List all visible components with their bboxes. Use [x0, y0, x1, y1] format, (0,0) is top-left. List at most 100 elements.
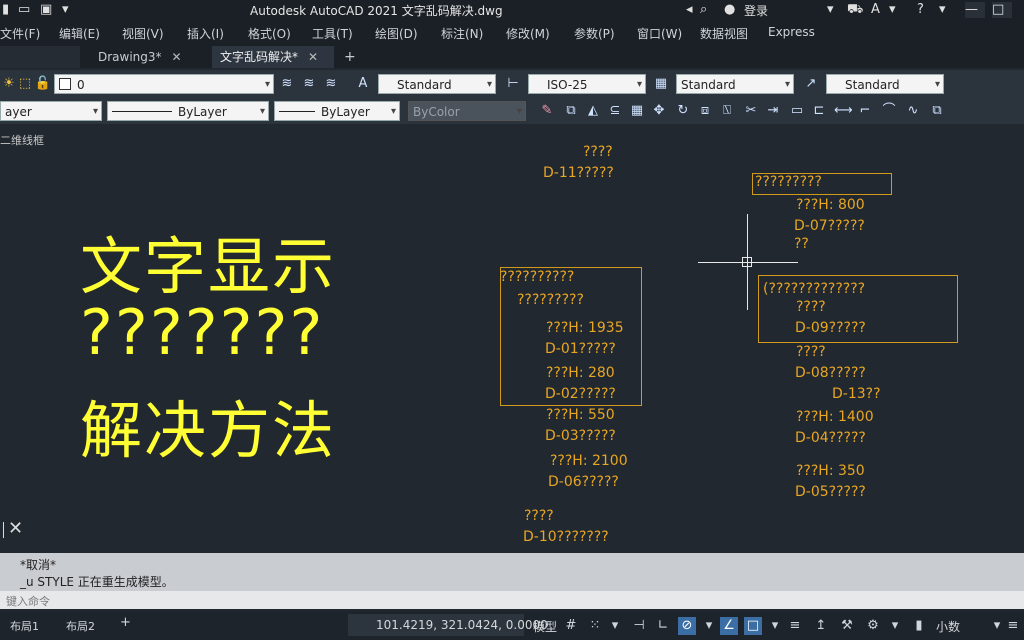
command-input[interactable]: 键入命令	[0, 591, 1024, 609]
garbled-text[interactable]: D-09?????	[795, 320, 866, 336]
menu-draw[interactable]: 绘图(D)	[375, 25, 418, 42]
extend-icon[interactable]: ⇥	[764, 102, 782, 120]
minimize-icon[interactable]: —	[965, 2, 985, 18]
isodraft-icon[interactable]: ∠	[720, 617, 738, 635]
garbled-text[interactable]: D-10???????	[523, 529, 609, 545]
tab-active-drawing[interactable]: 文字乱码解决* ✕	[212, 46, 334, 68]
garbled-text[interactable]: D-08?????	[795, 365, 866, 381]
autodesk-a360-icon[interactable]: A	[871, 2, 880, 17]
viewport-controls[interactable]: 二维线框	[0, 132, 44, 148]
garbled-text[interactable]: ???H: 1400	[796, 409, 874, 425]
garbled-text[interactable]: ???H: 1935	[546, 320, 624, 336]
new-tab-button[interactable]: +	[344, 46, 356, 68]
explode-icon[interactable]: ⧉	[928, 102, 946, 120]
rotate-icon[interactable]: ↻	[674, 102, 692, 120]
garbled-text[interactable]: ???H: 2100	[550, 453, 628, 469]
menu-file[interactable]: 文件(F)	[0, 25, 40, 42]
garbled-text[interactable]: ????	[524, 508, 554, 524]
tab-drawing3[interactable]: Drawing3* ✕	[88, 46, 208, 68]
polar-tracking-icon[interactable]: ⊘	[678, 617, 696, 635]
chamfer-icon[interactable]: ⌐	[856, 102, 874, 120]
selection-cycling-icon[interactable]: ↥	[812, 617, 830, 635]
text-style-icon[interactable]: A	[354, 75, 372, 93]
customize-icon[interactable]: ≡	[1004, 617, 1022, 635]
chevron-down-icon[interactable]: ▾	[766, 617, 784, 635]
erase-icon[interactable]: ✎	[538, 102, 556, 120]
layer-control-dropdown[interactable]: ayer ▾	[0, 101, 102, 121]
maximize-icon[interactable]: □	[992, 2, 1012, 18]
menu-format[interactable]: 格式(O)	[248, 25, 291, 42]
chevron-down-icon[interactable]: ▾	[886, 617, 904, 635]
menu-view[interactable]: 视图(V)	[122, 25, 164, 42]
garbled-text[interactable]: D-03?????	[545, 428, 616, 444]
break-at-point-icon[interactable]: ⊏	[810, 102, 828, 120]
garbled-text[interactable]: D-05?????	[795, 484, 866, 500]
units-icon[interactable]: ▮	[910, 617, 928, 635]
chevron-down-icon[interactable]: ▾	[889, 2, 896, 17]
menu-dimension[interactable]: 标注(N)	[441, 25, 483, 42]
search-icon[interactable]: ⌕	[700, 2, 707, 17]
menu-tools[interactable]: 工具(T)	[312, 25, 353, 42]
chevron-down-icon[interactable]: ▾	[827, 2, 834, 17]
fillet-icon[interactable]: ⌒	[880, 102, 898, 120]
user-icon[interactable]: ●	[724, 2, 735, 17]
freeze-icon[interactable]: ⬚	[16, 75, 34, 93]
chevron-down-icon[interactable]: ▾	[939, 2, 946, 17]
garbled-text[interactable]: D-11?????	[543, 165, 614, 181]
snap-icon[interactable]: ⁙	[586, 617, 604, 635]
garbled-text[interactable]: ????	[796, 344, 826, 360]
lineweight-icon[interactable]: ≡	[786, 617, 804, 635]
layer-state-icon[interactable]: ≋	[300, 75, 318, 93]
garbled-text[interactable]: D-04?????	[795, 430, 866, 446]
grid-icon[interactable]: #	[562, 617, 580, 635]
menu-window[interactable]: 窗口(W)	[637, 25, 682, 42]
chevron-down-icon[interactable]: ▾	[62, 2, 69, 17]
lock-icon[interactable]: 🔓	[34, 75, 52, 93]
copy-icon[interactable]: ⧉	[562, 102, 580, 120]
garbled-text[interactable]: ??????????	[500, 269, 574, 285]
linetype-dropdown[interactable]: ByLayer ▾	[107, 101, 269, 121]
layer-walk-icon[interactable]: ≋	[322, 75, 340, 93]
table-style-icon[interactable]: ▦	[652, 75, 670, 93]
garbled-text[interactable]: D-06?????	[548, 474, 619, 490]
menu-insert[interactable]: 插入(I)	[187, 25, 224, 42]
tab-start[interactable]	[0, 46, 80, 68]
layer-properties-icon[interactable]: ≋	[278, 75, 296, 93]
coordinates-readout[interactable]: 101.4219, 321.0424, 0.0000	[376, 618, 548, 632]
drawing-canvas[interactable]: 二维线框 文字显示 ??????? 解决方法 ???? D-11????? ??…	[0, 124, 1024, 553]
close-icon[interactable]: ✕	[172, 50, 182, 64]
dim-style-icon[interactable]: ⊢	[504, 75, 522, 93]
lineweight-dropdown[interactable]: ByLayer ▾	[274, 101, 400, 121]
layer-dropdown[interactable]: 0 ▾	[54, 74, 274, 94]
garbled-text[interactable]: ???H: 280	[546, 365, 615, 381]
help-icon[interactable]: ?	[917, 2, 924, 17]
join-icon[interactable]: ⟷	[834, 102, 853, 120]
garbled-text[interactable]: ????	[583, 144, 613, 160]
garbled-text[interactable]: ?????????	[517, 292, 584, 308]
object-snap-icon[interactable]: □	[744, 617, 762, 635]
move-icon[interactable]: ✥	[650, 102, 668, 120]
garbled-text[interactable]: ???H: 350	[796, 463, 865, 479]
garbled-text[interactable]: ?????????	[755, 174, 822, 190]
dim-style-dropdown[interactable]: ISO-25 ▾	[528, 74, 646, 94]
add-layout-button[interactable]: +	[120, 615, 131, 630]
new-icon[interactable]: ▮	[2, 2, 9, 17]
chevron-left-icon[interactable]: ◂	[686, 2, 693, 17]
menu-express[interactable]: Express	[768, 25, 815, 39]
cart-icon[interactable]: ⛟	[847, 2, 863, 19]
stretch-icon[interactable]: ⍂	[718, 102, 736, 120]
multileader-style-dropdown[interactable]: Standard ▾	[826, 74, 944, 94]
trim-icon[interactable]: ✂	[742, 102, 760, 120]
table-style-dropdown[interactable]: Standard ▾	[676, 74, 794, 94]
garbled-text[interactable]: D-01?????	[545, 341, 616, 357]
mirror-icon[interactable]: ◭	[584, 102, 602, 120]
model-space-button[interactable]: 模型	[533, 618, 557, 635]
dynamic-input-icon[interactable]: ⊣	[630, 617, 648, 635]
sign-in-link[interactable]: 登录	[744, 2, 768, 19]
menu-edit[interactable]: 编辑(E)	[59, 25, 100, 42]
garbled-text[interactable]: ???H: 550	[546, 407, 615, 423]
open-icon[interactable]: ▭	[18, 2, 30, 17]
garbled-text[interactable]: D-02?????	[545, 386, 616, 402]
scale-icon[interactable]: ⧈	[696, 102, 714, 120]
menu-modify[interactable]: 修改(M)	[506, 25, 550, 42]
